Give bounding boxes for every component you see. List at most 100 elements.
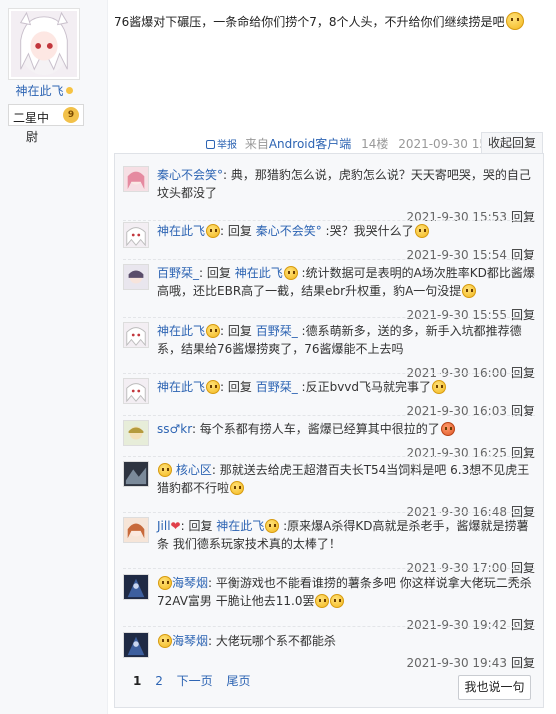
reply-user[interactable]: 海琴烟 (172, 634, 208, 648)
reply-divider (123, 415, 535, 416)
reply-user[interactable]: 核心区 (176, 463, 212, 477)
page-2-link[interactable]: 2 (155, 674, 163, 688)
report-link[interactable]: 举报 (206, 140, 237, 151)
reply-action-button[interactable]: 回复 (511, 656, 535, 670)
reply-body: 神在此飞: 回复 百野栞_ :德系萌新多，送的多，新手入坑都推荐德系，结果给76… (157, 322, 535, 358)
post-content: 76酱爆对下碾压，一条命给你们捞个7，8个人头，不升给你们继续捞是吧 (114, 12, 544, 31)
reply-avatar[interactable] (123, 574, 149, 600)
reply-avatar[interactable] (123, 378, 149, 404)
grin-emoji-icon (206, 380, 221, 394)
reply-body: 神在此飞: 回复 秦心不会笑° :哭？我哭什么了 (157, 222, 535, 240)
reply-body: 核心区: 那就送去给虎王超潜百夫长T54当饲料是吧 6.3想不见虎王猎豹都不行啦 (157, 461, 535, 497)
reply-time: 2021-9-30 19:42 (406, 618, 507, 632)
smile-emoji-icon (462, 284, 477, 298)
reply-divider (123, 456, 535, 457)
reply-divider (123, 512, 535, 513)
reply-body: ss♂kr: 每个系都有捞人车，酱爆已经算其中很拉的了 (157, 420, 535, 438)
reply-panel: 秦心不会笑°: 典，那猎豹怎么说，虎豹怎么说？天天寄吧哭，哭的自己坟头都没了 2… (114, 153, 544, 708)
reply-divider (123, 259, 535, 260)
reply-user[interactable]: Jill (157, 519, 171, 533)
reply-meta: 2021-9-30 15:55 回复 (406, 306, 535, 323)
author-column: 神在此飞 二星中 9 尉 (0, 0, 108, 714)
reply-divider (123, 373, 535, 374)
reply-item: 神在此飞: 回复 秦心不会笑° :哭？我哭什么了 2021-9-30 15:54… (123, 222, 535, 264)
reply-meta: 2021-9-30 19:43 回复 (406, 654, 535, 671)
smile-emoji-icon (505, 12, 524, 30)
reply-prefix: : 回复 (220, 224, 256, 238)
reply-avatar[interactable] (123, 322, 149, 348)
reply-user[interactable]: 神在此飞 (157, 224, 205, 238)
reply-user[interactable]: 百野栞_ (157, 266, 199, 280)
reply-item: 海琴烟: 平衡游戏也不能看谁捞的薯条多吧 你这样说拿大佬玩二秃杀72AV富男 干… (123, 574, 535, 634)
reply-meta: 2021-9-30 19:42 回复 (406, 616, 535, 633)
author-level: 二星中 9 (8, 104, 84, 126)
level-name-2: 尉 (26, 130, 39, 144)
author-name-text[interactable]: 神在此飞 (15, 84, 63, 98)
client-prefix: 来自 (244, 137, 269, 151)
reply-action-button[interactable]: 回复 (511, 308, 535, 322)
reply-text: : 大佬玩哪个系不都能杀 (208, 634, 336, 648)
grin-emoji-icon (206, 324, 221, 338)
last-page-link[interactable]: 尾页 (227, 674, 251, 688)
reply-prefix: : 回复 (180, 519, 217, 533)
grin-emoji-icon (206, 224, 221, 238)
reply-to-user[interactable]: 神在此飞 (216, 519, 264, 533)
reply-action-button[interactable]: 回复 (511, 446, 535, 460)
reply-user[interactable]: 神在此飞 (157, 380, 205, 394)
reply-body: 海琴烟: 大佬玩哪个系不都能杀 (157, 632, 535, 650)
badge-emoji-icon (158, 463, 172, 477)
add-reply-button[interactable]: 我也说一句 (458, 675, 531, 700)
reply-meta: 2021-9-30 16:25 回复 (406, 444, 535, 461)
page-current: 1 (133, 674, 142, 688)
reply-text: :反正bvvd飞马就完事了 (297, 380, 432, 394)
laugh-emoji-icon (432, 380, 447, 394)
reply-to-user[interactable]: 神在此飞 (235, 266, 283, 280)
report-icon (206, 140, 215, 149)
reply-user[interactable]: 神在此飞 (157, 324, 205, 338)
client-info: 来自Android客户端 (245, 137, 351, 151)
reply-avatar[interactable] (123, 517, 149, 543)
reply-avatar[interactable] (123, 461, 149, 487)
reply-time: 2021-9-30 19:43 (406, 656, 507, 670)
author-name[interactable]: 神在此飞 (8, 82, 80, 99)
reply-time: 2021-9-30 16:25 (406, 446, 507, 460)
reply-avatar[interactable] (123, 264, 149, 290)
reply-meta: 2021-9-30 16:03 回复 (406, 402, 535, 419)
reply-text: : 平衡游戏也不能看谁捞的薯条多吧 你这样说拿大佬玩二秃杀72AV富男 干脆让他… (157, 576, 532, 608)
reply-avatar[interactable] (123, 222, 149, 248)
reply-body: 秦心不会笑°: 典，那猎豹怎么说，虎豹怎么说？天天寄吧哭，哭的自己坟头都没了 (157, 166, 535, 202)
reply-action-button[interactable]: 回复 (511, 618, 535, 632)
pagination: 1 2 下一页 尾页 (133, 672, 261, 689)
reply-body: 百野栞_: 回复 神在此飞 :统计数据可是表明的A场次胜率KD都比酱爆高哦，还比… (157, 264, 535, 300)
reply-avatar[interactable] (123, 632, 149, 658)
reply-user[interactable]: 海琴烟 (172, 576, 208, 590)
grin-emoji-icon (283, 266, 298, 280)
floor-number: 14楼 (361, 137, 389, 151)
reply-to-user[interactable]: 百野栞_ (256, 324, 298, 338)
client-link[interactable]: Android客户端 (269, 137, 351, 151)
next-page-link[interactable]: 下一页 (177, 674, 213, 688)
reply-body: 海琴烟: 平衡游戏也不能看谁捞的薯条多吧 你这样说拿大佬玩二秃杀72AV富男 干… (157, 574, 535, 610)
reply-avatar[interactable] (123, 420, 149, 446)
badge-emoji-icon (158, 634, 172, 648)
reply-user[interactable]: ss♂kr (157, 422, 192, 436)
reply-user[interactable]: 秦心不会笑° (157, 168, 223, 182)
reply-prefix: : 回复 (199, 266, 235, 280)
collapse-replies-button[interactable]: 收起回复 (481, 132, 543, 154)
badge-emoji-icon (158, 576, 172, 590)
author-avatar[interactable] (8, 8, 80, 80)
reply-avatar[interactable] (123, 166, 149, 192)
reply-divider (123, 626, 535, 627)
reply-divider (123, 220, 535, 221)
smile-emoji-icon (414, 224, 429, 238)
reply-to-user[interactable]: 秦心不会笑° (256, 224, 322, 238)
reply-body: Jill❤: 回复 神在此飞 :原来爆A杀得KD高就是杀老手，酱爆就是捞薯条 我… (157, 517, 535, 553)
reply-divider (123, 317, 535, 318)
post-text: 76酱爆对下碾压，一条命给你们捞个7，8个人头，不升给你们继续捞是吧 (114, 15, 505, 29)
level-badge-icon: 9 (63, 107, 79, 123)
level-name: 二星中 (13, 111, 50, 125)
report-label[interactable]: 举报 (217, 140, 237, 151)
reply-item: 海琴烟: 大佬玩哪个系不都能杀 2021-9-30 19:43 回复 (123, 632, 535, 671)
reply-to-user[interactable]: 百野栞_ (256, 380, 298, 394)
reply-divider (123, 568, 535, 569)
